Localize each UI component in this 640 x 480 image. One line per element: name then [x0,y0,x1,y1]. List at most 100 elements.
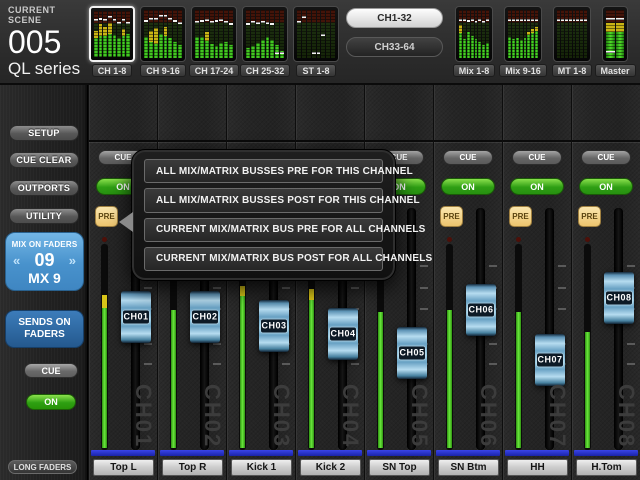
meter-block-mt-1-8[interactable]: MT 1-8 [553,6,591,77]
meter-bar [520,10,523,58]
next-mix-icon[interactable]: » [69,253,76,268]
fader-scale-tick [558,265,566,267]
scene-number: 005 [8,25,88,59]
cue-button[interactable]: CUE [581,150,631,165]
pre-badge[interactable]: PRE [509,206,532,227]
meter-bar [164,10,168,58]
meter-block-mix-1-8[interactable]: Mix 1-8 [455,6,493,77]
channel-name-button[interactable]: Kick 2 [300,459,361,476]
meter-bar [576,10,579,58]
meter-bar [173,10,177,58]
channel-strip-ch04: CUEONPRECH04CH04Kick 2 [295,85,364,480]
meter-tab-label[interactable]: MT 1-8 [552,64,593,77]
meter-bar [178,10,182,58]
meter-block-master[interactable]: Master [602,6,628,77]
meter-bar [312,10,316,58]
fader-knob[interactable]: CH01 [121,291,151,343]
popup-item-current-post[interactable]: CURRENT MIX/MATRIX BUS POST FOR ALL CHAN… [144,247,383,271]
fader-knob[interactable]: CH04 [328,308,358,360]
fader-scale-tick [558,287,566,289]
fader-knob-label: CH01 [123,311,149,324]
meter-bar [569,10,572,58]
fader-scale-tick [213,287,221,289]
meter-block-ch-17-24[interactable]: CH 17-24 [191,6,237,77]
sidebar-cue-button[interactable]: CUE [24,363,78,378]
sends-on-faders-label: SENDS ON [6,317,83,329]
meter-tab-label[interactable]: CH 1-8 [92,64,133,77]
channel-name-button[interactable]: SN Top [369,459,430,476]
pre-badge[interactable]: PRE [95,206,118,227]
channel-number-watermark: CH01 [130,384,156,448]
meter-bar [508,10,511,58]
channel-number-watermark: CH06 [475,384,501,448]
meter-bar [122,11,126,57]
channel-name-button[interactable]: Top R [162,459,223,476]
meter-bar [459,10,462,58]
fader-scale-tick [282,287,290,289]
meter-block-ch-1-8[interactable]: CH 1-8 [89,6,135,77]
pre-badge[interactable]: PRE [440,206,463,227]
bank-button-ch33-64[interactable]: CH33-64 [346,37,443,57]
mix-on-faders-panel[interactable]: MIX ON FADERS « 09 » MX 9 [5,232,84,291]
meter-bar [463,10,466,58]
channel-strip-ch05: CUEONPRECH05CH05SN Top [364,85,433,480]
setup-button[interactable]: SETUP [9,125,79,141]
meter-tab-label[interactable]: Master [595,64,636,77]
meter-screen [191,6,237,62]
on-button[interactable]: ON [510,178,564,195]
fader-knob-label: CH04 [330,328,356,341]
on-button[interactable]: ON [579,178,633,195]
fader-knob[interactable]: CH08 [604,272,634,324]
strip-top-section [434,85,502,142]
cue-clear-button[interactable]: CUE CLEAR [9,152,79,168]
outports-button[interactable]: OUTPORTS [9,180,79,196]
channel-name-button[interactable]: Kick 1 [231,459,292,476]
meter-block-ch-25-32[interactable]: CH 25-32 [242,6,288,77]
meter-tab-label[interactable]: Mix 9-16 [499,64,547,77]
channel-strip-ch06: CUE ON PRE CH06 CH06 SN Btm [433,85,502,480]
channel-name-button[interactable]: HH [507,459,568,476]
fader-knob[interactable]: CH06 [466,284,496,336]
meter-tab-label[interactable]: CH 25-32 [240,64,291,77]
fader-scale-tick [420,287,428,289]
meter-bar [126,11,130,57]
channel-color-bar [505,450,569,456]
channel-name-button[interactable]: Top L [93,459,154,476]
meter-block-st-1-8[interactable]: ST 1-8 [293,6,339,77]
mix-on-faders-title: MIX ON FADERS [6,240,83,249]
popup-item-current-pre[interactable]: CURRENT MIX/MATRIX BUS PRE FOR ALL CHANN… [144,218,383,242]
popup-item-all-post[interactable]: ALL MIX/MATRIX BUSSES POST FOR THIS CHAN… [144,188,383,212]
meter-bar [471,10,474,58]
pre-badge[interactable]: PRE [578,206,601,227]
current-scene-label: CURRENT SCENE [8,5,88,25]
fader-knob-label: CH02 [192,311,218,324]
channel-number-watermark: CH04 [337,384,363,448]
sidebar-on-button[interactable]: ON [26,394,76,410]
meter-bar [195,10,199,58]
popup-item-all-pre[interactable]: ALL MIX/MATRIX BUSSES PRE FOR THIS CHANN… [144,159,383,183]
cue-button[interactable]: CUE [443,150,493,165]
meter-tab-label[interactable]: ST 1-8 [296,64,335,77]
cue-button[interactable]: CUE [512,150,562,165]
channel-number-watermark: CH03 [268,384,294,448]
channel-name-button[interactable]: SN Btm [438,459,499,476]
channel-name-button[interactable]: H.Tom [576,459,637,476]
meter-block-ch-9-16[interactable]: CH 9-16 [140,6,186,77]
meter-tab-label[interactable]: CH 17-24 [189,64,240,77]
prev-mix-icon[interactable]: « [13,253,20,268]
meter-screen [89,6,135,62]
fader-knob[interactable]: CH05 [397,327,427,379]
fader-knob[interactable]: CH02 [190,291,220,343]
channel-strips: CUEONPRECH01CH01Top LCUEONPRECH02CH02Top… [88,85,640,480]
meter-tab-label[interactable]: CH 9-16 [140,64,186,77]
fader-knob[interactable]: CH07 [535,334,565,386]
on-button[interactable]: ON [441,178,495,195]
utility-button[interactable]: UTILITY [9,208,79,224]
meter-block-mix-9-16[interactable]: Mix 9-16 [504,6,542,77]
meter-bar [168,10,172,58]
bank-button-ch1-32[interactable]: CH1-32 [346,8,443,28]
meter-tab-label[interactable]: Mix 1-8 [453,64,496,77]
sends-on-faders-button[interactable]: SENDS ONFADERS [5,310,84,348]
fader-knob[interactable]: CH03 [259,300,289,352]
long-faders-button[interactable]: LONG FADERS [8,460,77,474]
